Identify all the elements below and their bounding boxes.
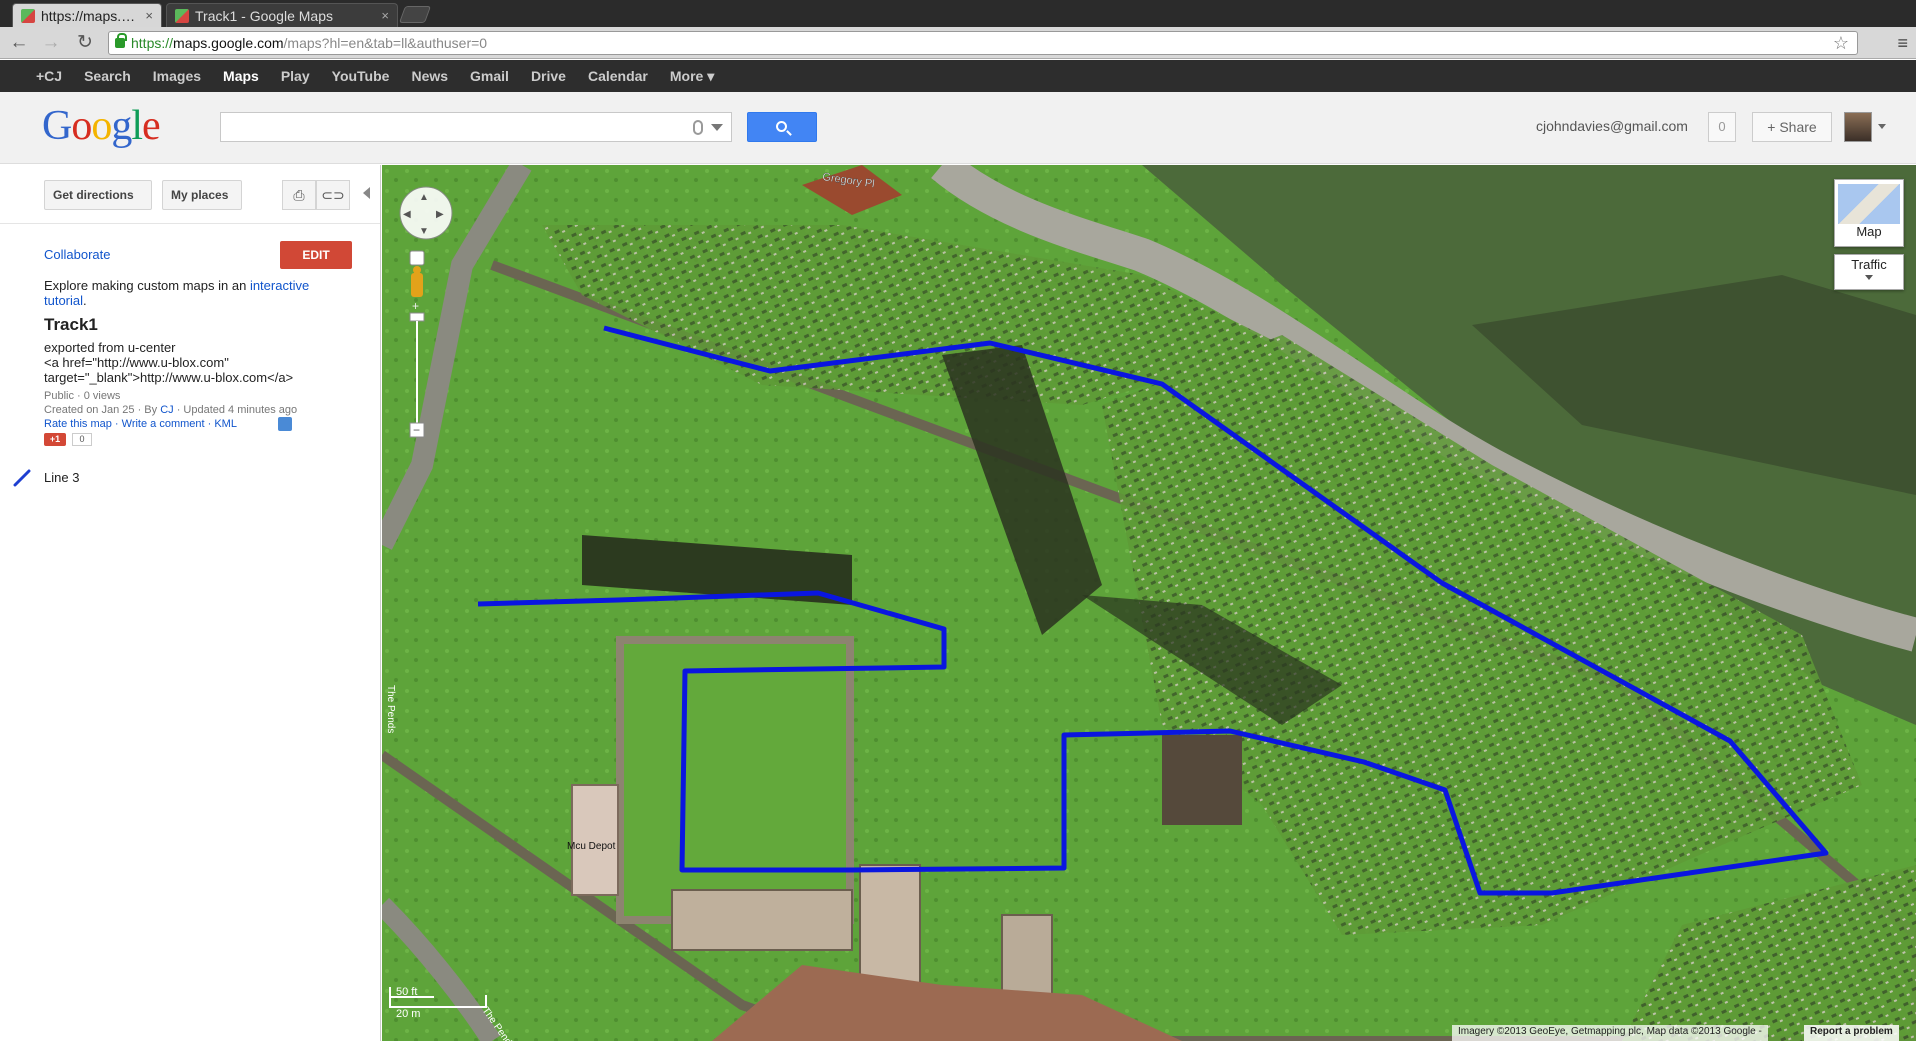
pan-left-icon[interactable]: ◀ (403, 209, 411, 220)
forward-icon[interactable]: → (40, 32, 62, 54)
left-panel: Get directions My places ⎙ ⊂⊃ Collaborat… (0, 165, 381, 1041)
satellite-imagery[interactable]: ▲ ▼ ◀ ▶ + − Gregory Pl The Pends Mcu Dep… (382, 165, 1916, 1041)
browser-tab-2[interactable]: Track1 - Google Maps × (166, 3, 398, 27)
map-canvas[interactable]: ▲ ▼ ◀ ▶ + − Gregory Pl The Pends Mcu Dep… (382, 165, 1916, 1041)
browser-tab-strip: https://maps.google.c × Track1 - Google … (0, 0, 1916, 27)
search-button[interactable] (747, 112, 817, 142)
chevron-down-icon[interactable] (711, 124, 723, 131)
divider (0, 223, 380, 224)
map-type-button[interactable]: Map (1834, 179, 1904, 247)
url-scheme: https:// (131, 35, 174, 51)
avatar[interactable] (1844, 112, 1872, 142)
my-places-button[interactable]: My places (162, 180, 242, 210)
pan-down-icon[interactable]: ▼ (419, 226, 429, 237)
zoom-reset-icon[interactable] (409, 250, 425, 266)
close-icon[interactable]: × (145, 8, 153, 23)
link-icon[interactable]: ⊂⊃ (316, 180, 350, 210)
svg-text:−: − (413, 423, 420, 437)
notification-count[interactable]: 0 (1708, 112, 1736, 142)
back-icon[interactable]: ← (8, 32, 30, 54)
url-path: /maps?hl=en&tab=ll&authuser=0 (283, 35, 488, 51)
browser-tab-1[interactable]: https://maps.google.c × (12, 3, 162, 27)
tab-title: Track1 - Google Maps (195, 7, 333, 24)
gbar-search[interactable]: Search (84, 68, 131, 84)
maps-favicon-icon (21, 8, 35, 23)
get-directions-button[interactable]: Get directions (44, 180, 152, 210)
gbar-maps[interactable]: Maps (223, 68, 259, 84)
building (671, 889, 853, 951)
rss-icon[interactable] (278, 417, 292, 431)
scale-meters: 20 m (396, 1008, 420, 1020)
microphone-icon[interactable] (693, 120, 703, 135)
mcu-depot-building (571, 784, 619, 896)
gbar-drive[interactable]: Drive (531, 68, 566, 84)
lock-icon (115, 33, 127, 48)
building-label: Mcu Depot (567, 841, 616, 852)
bookmark-star-icon[interactable]: ☆ (1833, 32, 1849, 54)
close-icon[interactable]: × (381, 8, 389, 23)
explore-text: Explore making custom maps in an interac… (44, 278, 310, 308)
collaborate-link[interactable]: Collaborate (44, 247, 111, 262)
gbar-gmail[interactable]: Gmail (470, 68, 509, 84)
gbar-calendar[interactable]: Calendar (588, 68, 648, 84)
gbar-news[interactable]: News (411, 68, 448, 84)
st-rules-tower (1162, 735, 1242, 825)
gbar-play[interactable]: Play (281, 68, 310, 84)
new-tab-button[interactable] (398, 6, 432, 23)
url-host: maps.google.com (173, 35, 284, 51)
author-link[interactable]: CJ (160, 404, 173, 416)
print-icon[interactable]: ⎙ (282, 180, 316, 210)
map-thumbnail-icon (1838, 184, 1900, 224)
menu-icon[interactable]: ≡ (1897, 32, 1908, 54)
cloister-garth (616, 636, 854, 924)
maps-header: Google cjohndavies@gmail.com 0 + Share (0, 92, 1916, 164)
collapse-panel-icon[interactable] (363, 187, 370, 199)
map-description: exported from u-center <a href="http://w… (44, 340, 294, 385)
address-bar[interactable]: https:// maps.google.com /maps?hl=en&tab… (108, 31, 1858, 55)
zoom-in-icon[interactable]: + (412, 299, 419, 313)
account-email[interactable]: cjohndavies@gmail.com (1536, 118, 1688, 134)
google-bar: +CJ Search Images Maps Play YouTube News… (0, 60, 1916, 92)
search-icon (776, 121, 787, 132)
map-created: Created on Jan 25 · By CJ · Updated 4 mi… (44, 404, 298, 416)
scale-feet: 50 ft (396, 986, 417, 998)
traffic-layer-button[interactable]: Traffic (1834, 254, 1904, 290)
tab-title: https://maps.google.c (41, 7, 139, 24)
pegman-head-icon[interactable] (413, 266, 421, 274)
pegman-icon[interactable] (411, 273, 423, 297)
line-item-label[interactable]: Line 3 (44, 470, 79, 485)
line-style-icon[interactable] (13, 469, 31, 487)
street-label: The Pends (385, 685, 396, 733)
gbar-more[interactable]: More ▾ (670, 68, 714, 85)
report-problem-link[interactable]: Report a problem (1804, 1025, 1899, 1041)
chevron-down-icon (1865, 275, 1873, 280)
browser-toolbar: ← → ↻ https:// maps.google.com /maps?hl=… (0, 27, 1916, 59)
zoom-slider-handle[interactable] (409, 312, 425, 322)
gbar-youtube[interactable]: YouTube (332, 68, 390, 84)
maps-favicon-icon (175, 8, 189, 23)
map-title: Track1 (44, 315, 98, 334)
chevron-down-icon[interactable] (1878, 124, 1886, 129)
plus-one-count: 0 (72, 433, 92, 446)
map-action-links[interactable]: Rate this map · Write a comment · KML (44, 418, 237, 430)
edit-button[interactable]: EDIT (280, 241, 352, 269)
pan-up-icon[interactable]: ▲ (419, 192, 429, 203)
share-button[interactable]: + Share (1752, 112, 1832, 142)
map-attribution: Imagery ©2013 GeoEye, Getmapping plc, Ma… (1452, 1025, 1768, 1041)
plus-one-button[interactable]: +1 (44, 433, 66, 446)
map-stats: Public · 0 views (44, 390, 121, 402)
pan-right-icon[interactable]: ▶ (436, 209, 444, 220)
google-logo[interactable]: Google (42, 102, 161, 150)
gbar-profile[interactable]: +CJ (36, 68, 62, 84)
search-input[interactable] (220, 112, 732, 142)
reload-icon[interactable]: ↻ (74, 32, 96, 54)
gbar-images[interactable]: Images (153, 68, 201, 84)
